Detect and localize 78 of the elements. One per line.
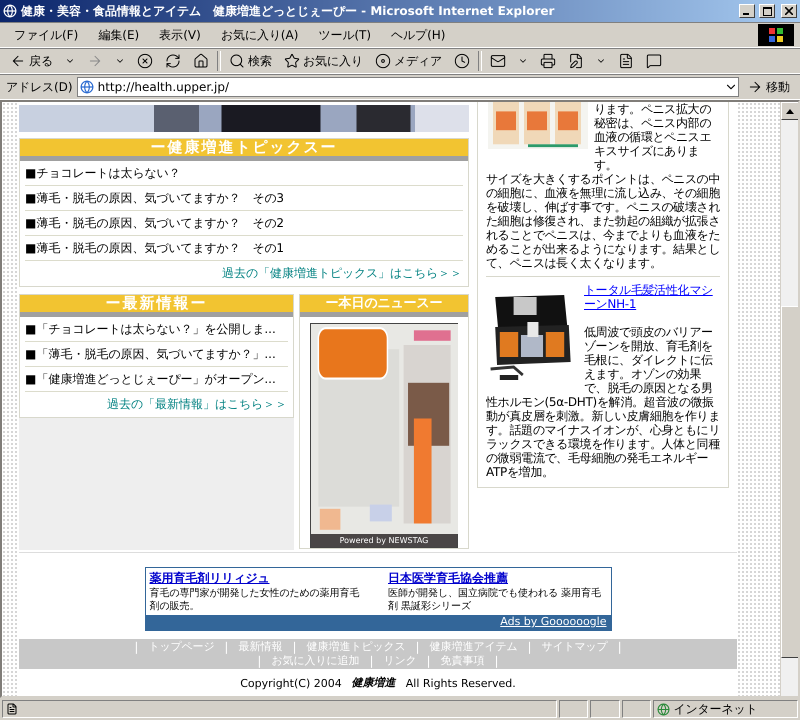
- zone-text: インターネット: [673, 700, 758, 718]
- home-icon: [193, 53, 209, 69]
- favorites-button[interactable]: お気に入り: [280, 50, 367, 72]
- back-button[interactable]: 戻る: [6, 50, 57, 72]
- media-button[interactable]: メディア: [371, 50, 446, 72]
- news-link[interactable]: ■「チョコレートは太らない？」を公開しま...: [25, 317, 288, 342]
- go-button[interactable]: 移動: [743, 76, 794, 98]
- scrollbar[interactable]: [780, 102, 798, 696]
- copyright-text: Copyright(C) 2004: [240, 677, 342, 690]
- edit-icon: [568, 53, 584, 69]
- nav-separator: |: [416, 640, 420, 654]
- more-link[interactable]: 過去の「最新情報」はこちら＞＞: [107, 396, 287, 413]
- menu-item[interactable]: ファイル(F): [6, 24, 86, 46]
- section-heading: ー健康増進トピックスー: [20, 139, 468, 161]
- topic-link[interactable]: ■薄毛・脱毛の原因、気づいてますか？ その1: [25, 236, 463, 261]
- section-heading: ー本日のニュースー: [300, 295, 468, 317]
- close-button[interactable]: [781, 4, 797, 18]
- news-link[interactable]: ■「健康増進どっとじぇーぴー」がオープン...: [25, 367, 288, 392]
- refresh-icon: [165, 53, 181, 69]
- nav-separator: |: [369, 654, 374, 668]
- product-description: サイズを大きくするポイントは、ペニスの中の細胞に、血液を無理に流し込み、その細胞を破壊し、伸ばす事です。ペニスの破壊された細胞は修復され、また勃起の組織が拡張されることでペニスは、今までよりも血液をためることが出来るようになります。結果として、ペニスは長く太くなります。: [486, 172, 720, 270]
- status-panel: [622, 700, 652, 718]
- ad-text: 育毛の専門家が開発した女性のための薬用育毛剤の販売。: [150, 587, 360, 613]
- menu-item[interactable]: ツール(T): [310, 24, 380, 46]
- scroll-up-button[interactable]: [781, 102, 798, 120]
- maximize-icon: [762, 6, 772, 16]
- address-field[interactable]: http://health.upper.jp/: [76, 77, 739, 97]
- more-link[interactable]: 過去の「健康増進トピックス」はこちら＞＞: [222, 265, 462, 282]
- ad-link[interactable]: 薬用育毛剤リリィジュ: [150, 570, 368, 587]
- news-link[interactable]: ■「薄毛・脱毛の原因、気づいてますか？」...: [25, 342, 288, 367]
- browser-icon: [3, 4, 17, 18]
- globe-icon: [657, 702, 670, 716]
- address-label: アドレス(D): [6, 78, 73, 96]
- menu-item[interactable]: お気に入り(A): [212, 24, 306, 46]
- nav-separator: |: [528, 640, 532, 654]
- search-icon: [229, 53, 245, 69]
- topic-link[interactable]: ■チョコレートは太らない？: [25, 161, 463, 186]
- star-icon: [284, 53, 300, 69]
- menu-item[interactable]: ヘルプ(H): [383, 24, 454, 46]
- nav-separator: |: [134, 640, 138, 654]
- product-description: ります。ペニス拡大の秘密は、ペニス内部の血液の循環とペニスエキスサイズにあります。: [594, 102, 712, 172]
- nav-separator: |: [618, 640, 622, 654]
- nav-separator: |: [257, 654, 262, 668]
- ad-text: 医師が開発し、国立病院でも使われる 薬用育毛剤 黒誕彩シリーズ: [388, 587, 602, 613]
- forward-arrow-icon: [87, 53, 103, 69]
- close-icon: [785, 7, 793, 15]
- document-icon: [618, 53, 634, 69]
- menu-item[interactable]: 表示(V): [151, 24, 209, 46]
- scroll-up-icon[interactable]: [786, 108, 794, 114]
- nav-separator: |: [292, 640, 296, 654]
- credit-text: Powered by NEWSTAG: [340, 535, 428, 547]
- product-description: 性ホルモン(5α-DHT)を解消。超音波の微振動が真皮層を刺激。新しい皮膚細胞を作ります。話題のマイナスイオンが、心身ともにリラックスできる環境を作ります。人体と同種の微弱電流で、毛母細胞の発毛エネルギーATPを増加。: [486, 395, 720, 479]
- menu-item[interactable]: 編集(E): [90, 24, 148, 46]
- nav-separator: |: [426, 654, 431, 668]
- copyright-text: All Rights Reserved.: [406, 677, 516, 690]
- stop-icon: [137, 53, 153, 69]
- ad-link[interactable]: 日本医学育毛協会推薦: [388, 570, 606, 587]
- window-title: 健康・美容・食品情報とアイテム 健康増進どっとじぇーぴー - Microsoft Internet Explorer: [21, 2, 556, 20]
- status-panel: [558, 700, 588, 718]
- product-description: 低周波で頭皮のバリアーゾーンを開放、育毛剤を毛根に、ダイレクトに伝えます。オゾンの効果で、脱毛の原因となる男: [584, 325, 714, 395]
- clock-icon: [454, 53, 470, 69]
- disc-icon: [375, 53, 391, 69]
- status-panel: [590, 700, 620, 718]
- topic-link[interactable]: ■薄毛・脱毛の原因、気づいてますか？ その2: [25, 211, 463, 236]
- minimize-button[interactable]: [739, 4, 755, 18]
- speech-bubble-icon: [646, 53, 662, 69]
- site-logo: 健康増進: [352, 675, 396, 690]
- section-heading: ー最新情報ー: [20, 295, 293, 317]
- mail-icon: [490, 53, 506, 69]
- maximize-button[interactable]: [759, 4, 775, 18]
- product-link[interactable]: トータル毛髪活性化マシーンNH-1: [584, 283, 720, 311]
- windows-logo-icon: [758, 24, 794, 46]
- printer-icon: [540, 53, 556, 69]
- nav-separator: |: [224, 640, 228, 654]
- nav-separator: |: [494, 654, 499, 668]
- search-button[interactable]: 検索: [225, 50, 276, 72]
- scroll-thumb[interactable]: [781, 306, 798, 658]
- topic-link[interactable]: ■薄毛・脱毛の原因、気づいてますか？ その3: [25, 186, 463, 211]
